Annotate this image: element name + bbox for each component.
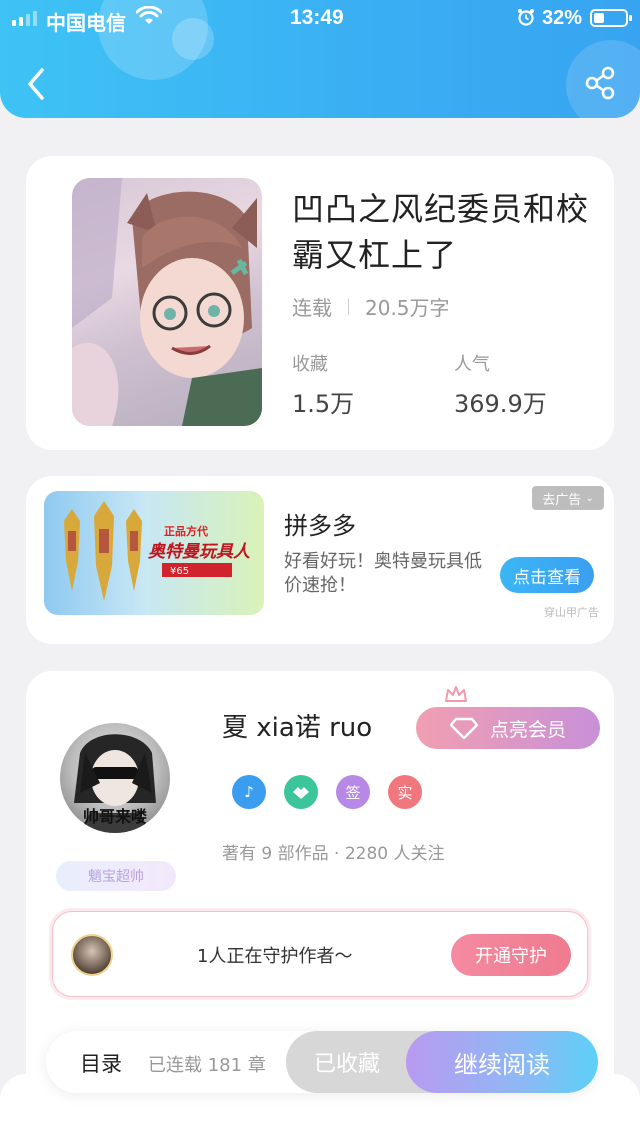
guard-text: 1人正在守护作者～: [197, 946, 353, 967]
battery-percent: 32%: [542, 7, 583, 29]
ad-tag-text: 正品方代: [164, 524, 208, 538]
continue-reading-button[interactable]: 继续阅读: [406, 1031, 598, 1093]
ad-image-caption: 奥特曼玩具人: [148, 542, 251, 562]
ad-illustration: 正品方代 奥特曼玩具人 ¥65: [64, 501, 251, 601]
diamond-icon: [449, 717, 478, 739]
cover-illustration: [72, 178, 262, 426]
carrier-name: 中国电信: [46, 13, 126, 35]
battery-icon: [590, 9, 632, 27]
favorites-label: 收藏: [292, 354, 328, 375]
author-stats: 著有 9 部作品 · 2280 人关注: [222, 844, 445, 864]
book-cover-image[interactable]: [72, 178, 262, 426]
remove-ad-button[interactable]: 去广告 ⌄: [532, 486, 604, 510]
guard-button[interactable]: 开通守护: [451, 934, 571, 976]
collected-label: 已收藏: [313, 1052, 380, 1077]
vip-button-label: 点亮会员: [489, 718, 566, 741]
alarm-icon: [518, 9, 534, 26]
avatar-caption: 帅哥来喽: [82, 807, 147, 826]
book-title: 凹凸之风纪委员和校霸又杠上了: [292, 190, 590, 274]
vip-button[interactable]: 点亮会员: [416, 707, 600, 749]
author-badges: ♪ 签 实: [232, 775, 422, 809]
author-avatar[interactable]: 帅哥来喽: [60, 723, 170, 833]
wifi-icon: [136, 6, 162, 24]
word-count: 20.5万字: [365, 296, 450, 320]
sign-icon[interactable]: 签: [336, 775, 370, 809]
fan-badge: 魈宝超帅: [56, 861, 176, 891]
ad-card[interactable]: 正品方代 奥特曼玩具人 ¥65 去广告 ⌄ 拼多多 好看好玩！奥特曼玩具低价速抢…: [26, 476, 614, 644]
chapter-count: 已连载 181 章: [148, 1055, 266, 1076]
ad-description: 好看好玩！奥特曼玩具低价速抢！: [284, 551, 482, 596]
guard-bar: 1人正在守护作者～ 开通守护: [52, 911, 588, 997]
author-name: 夏 xia诺 ruo: [222, 713, 373, 743]
popularity-value: 369.9万: [454, 390, 547, 418]
divider: [348, 298, 349, 315]
top-header: 中国电信 13:49 32%: [0, 0, 640, 118]
back-button[interactable]: [22, 64, 52, 104]
book-status: 连载: [292, 296, 332, 320]
crown-icon: [445, 686, 467, 702]
handshake-icon[interactable]: [284, 775, 318, 809]
ad-image[interactable]: 正品方代 奥特曼玩具人 ¥65: [44, 491, 264, 615]
book-info-card: 凹凸之风纪委员和校霸又杠上了 连载 20.5万字 收藏 1.5万 人气 369.…: [26, 156, 614, 450]
bottom-action-bar: 目录 已连载 181 章 已收藏 继续阅读: [46, 1031, 598, 1093]
ad-source: 穿山甲广告: [544, 606, 599, 619]
share-button[interactable]: [584, 66, 618, 100]
ad-price: ¥65: [170, 566, 189, 577]
chevron-down-icon: ⌄: [585, 492, 594, 504]
ad-brand: 拼多多: [284, 512, 356, 540]
remove-ad-label: 去广告: [542, 492, 582, 508]
toc-button[interactable]: 目录: [80, 1048, 122, 1078]
clock: 13:49: [290, 6, 344, 29]
book-meta: 连载 20.5万字: [292, 292, 450, 321]
verified-icon[interactable]: 实: [388, 775, 422, 809]
guardian-avatar: [71, 934, 113, 976]
popularity-label: 人气: [454, 354, 490, 375]
favorites-value: 1.5万: [292, 390, 355, 418]
status-bar: 中国电信 13:49 32%: [0, 0, 640, 36]
ad-view-button[interactable]: 点击查看: [500, 557, 594, 593]
signal-icon: [12, 10, 37, 26]
music-note-icon[interactable]: ♪: [232, 775, 266, 809]
